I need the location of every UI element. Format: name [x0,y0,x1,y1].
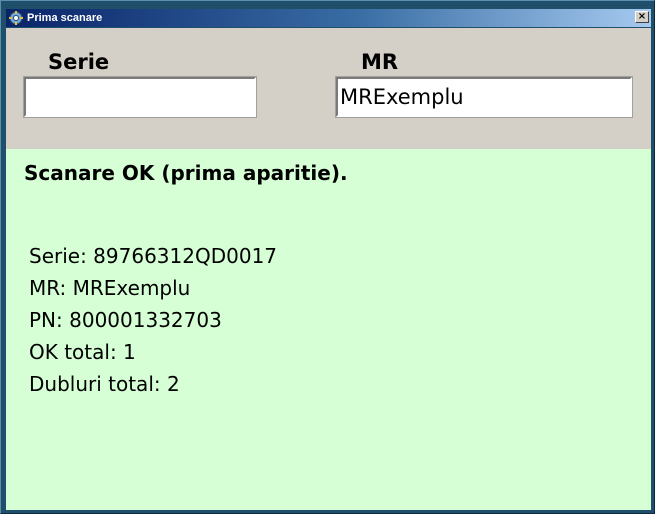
client-area: Serie MR Scanare OK (prima aparitie). Se… [6,28,651,510]
window-title: Prima scanare [27,12,103,24]
result-panel: Scanare OK (prima aparitie). Serie: 8976… [6,149,651,510]
mr-input[interactable] [335,76,633,118]
scan-status-message: Scanare OK (prima aparitie). [24,161,348,185]
serie-input[interactable] [23,76,257,118]
scan-details: Serie: 89766312QD0017 MR: MRExemplu PN: … [29,240,277,400]
mr-label: MR [361,50,399,74]
detail-dubluri-total: Dubluri total: 2 [29,372,180,396]
serie-label: Serie [48,50,110,74]
detail-serie: Serie: 89766312QD0017 [29,244,278,268]
detail-mr: MR: MRExemplu [29,276,191,300]
detail-ok-total: OK total: 1 [29,340,136,364]
app-gear-icon [9,11,23,25]
input-panel: Serie MR [6,28,651,149]
close-button[interactable]: × [635,11,649,23]
detail-pn: PN: 800001332703 [29,308,222,332]
close-icon: × [637,11,647,22]
title-bar[interactable]: Prima scanare × [6,9,651,27]
app-window: Prima scanare × Serie MR Scanare OK (pri… [0,0,655,514]
